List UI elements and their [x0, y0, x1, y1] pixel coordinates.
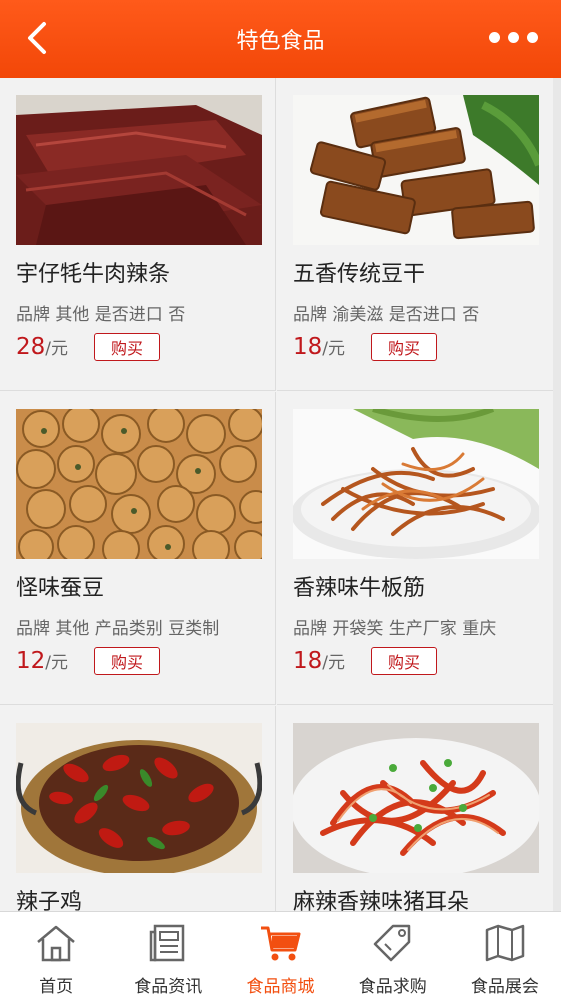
tab-food-news[interactable]: 食品资讯	[112, 912, 224, 1000]
scrollbar[interactable]	[553, 78, 561, 911]
tab-food-expo[interactable]: 食品展会	[449, 912, 561, 1000]
product-card[interactable]: 香辣味牛板筋 品牌 开袋笑 生产厂家 重庆 18/元 购买	[277, 392, 553, 705]
product-card[interactable]: 五香传统豆干 品牌 渝美滋 是否进口 否 18/元 购买	[277, 78, 553, 391]
more-options-icon[interactable]	[489, 26, 539, 48]
product-attributes: 品牌 其他 是否进口 否	[16, 305, 186, 325]
buy-button[interactable]: 购买	[371, 333, 437, 361]
tab-food-purchase[interactable]: 食品求购	[337, 912, 449, 1000]
product-attributes: 品牌 其他 产品类别 豆类制	[16, 619, 220, 639]
tab-home[interactable]: 首页	[0, 912, 112, 1000]
product-name[interactable]: 辣子鸡	[16, 884, 82, 911]
product-price: 28/元	[16, 334, 69, 360]
page-title: 特色食品	[236, 29, 325, 54]
product-image-beef-tendon[interactable]	[293, 409, 539, 559]
tab-label: 食品展会	[470, 977, 539, 997]
product-image-beef-jerky[interactable]	[16, 95, 262, 245]
product-attributes: 品牌 渝美滋 是否进口 否	[293, 305, 480, 325]
tab-label: 食品商城	[246, 977, 315, 997]
cart-icon	[260, 926, 300, 961]
product-name[interactable]: 香辣味牛板筋	[293, 570, 425, 602]
product-card[interactable]: 麻辣香辣味猪耳朵	[277, 706, 553, 911]
tab-label: 首页	[39, 977, 74, 997]
map-icon	[485, 924, 525, 962]
product-name[interactable]: 怪味蚕豆	[16, 570, 104, 602]
product-name[interactable]: 宇仔牦牛肉辣条	[16, 256, 170, 288]
home-icon	[37, 925, 75, 962]
product-card[interactable]: 怪味蚕豆 品牌 其他 产品类别 豆类制 12/元 购买	[0, 392, 276, 705]
product-name[interactable]: 麻辣香辣味猪耳朵	[293, 884, 469, 911]
buy-button[interactable]: 购买	[371, 647, 437, 675]
product-image-broad-beans[interactable]	[16, 409, 262, 559]
buy-button[interactable]: 购买	[94, 333, 160, 361]
product-image-dried-tofu[interactable]	[293, 95, 539, 245]
product-price: 18/元	[293, 648, 346, 674]
news-icon	[150, 924, 185, 962]
product-card[interactable]: 宇仔牦牛肉辣条 品牌 其他 是否进口 否 28/元 购买	[0, 78, 276, 391]
product-price: 12/元	[16, 648, 69, 674]
buy-button[interactable]: 购买	[94, 647, 160, 675]
back-arrow-icon[interactable]	[22, 20, 54, 56]
product-image-pig-ear[interactable]	[293, 723, 539, 873]
product-attributes: 品牌 开袋笑 生产厂家 重庆	[293, 619, 497, 639]
product-image-spicy-chicken[interactable]	[16, 723, 262, 873]
tab-label: 食品资讯	[134, 977, 203, 997]
product-name[interactable]: 五香传统豆干	[293, 256, 425, 288]
product-card[interactable]: 辣子鸡	[0, 706, 276, 911]
bottom-tab-bar: 首页 食品资讯 食品商城 食品求购 食品展会	[0, 911, 561, 1000]
tag-icon	[373, 924, 410, 962]
header-bar: 特色食品	[0, 0, 561, 78]
product-grid: 宇仔牦牛肉辣条 品牌 其他 是否进口 否 28/元 购买 五香传统豆干 品牌 渝…	[0, 78, 553, 911]
tab-food-mall[interactable]: 食品商城	[224, 912, 336, 1000]
tab-label: 食品求购	[358, 977, 427, 997]
product-price: 18/元	[293, 334, 346, 360]
